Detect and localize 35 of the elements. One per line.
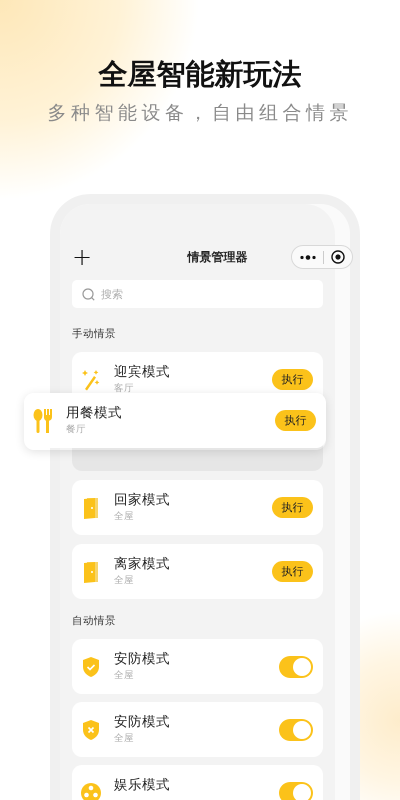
more-icon[interactable] (300, 254, 316, 260)
room-label: 全屋 (114, 575, 135, 587)
page-title: 情景管理器 (188, 250, 248, 264)
room-label: 全屋 (114, 670, 135, 682)
subheadline: 多种智能设备，自由组合情景 (46, 101, 354, 126)
scene-name: 回家模式 (114, 492, 171, 509)
door-icon (83, 560, 99, 582)
scene-name: 安防模式 (114, 714, 171, 731)
room-label: 全屋 (114, 733, 135, 745)
search-icon (82, 288, 95, 300)
scene-name: 用餐模式 (66, 405, 123, 422)
spoon-fork-icon (33, 408, 53, 432)
headline: 全屋智能新玩法 (97, 56, 302, 93)
scene-name: 迎宾模式 (114, 364, 171, 381)
run-button[interactable]: 执行 (272, 497, 313, 518)
scene-name: 离家模式 (114, 556, 171, 573)
section-title: 手动情景 (72, 327, 116, 342)
room-label: 全屋 (114, 511, 135, 523)
scene-name: 娱乐模式 (114, 777, 171, 794)
door-icon (83, 496, 99, 518)
section-title: 自动情景 (72, 614, 116, 629)
toggle-switch[interactable] (279, 782, 313, 800)
add-icon[interactable]: + (72, 245, 92, 269)
toggle-switch[interactable] (279, 656, 313, 678)
toggle-switch[interactable] (279, 718, 313, 740)
run-button[interactable]: 执行 (272, 369, 313, 390)
magic-wand-icon (82, 368, 100, 390)
scene-name: 安防模式 (114, 651, 171, 668)
search-field[interactable]: 搜索 (72, 280, 323, 308)
shield-check-icon (82, 656, 100, 678)
run-button[interactable]: 执行 (272, 561, 313, 582)
room-label: 餐厅 (66, 424, 87, 436)
room-label: 客厅 (114, 383, 135, 395)
shield-cross-icon (82, 718, 100, 740)
run-button[interactable]: 执行 (275, 410, 316, 431)
